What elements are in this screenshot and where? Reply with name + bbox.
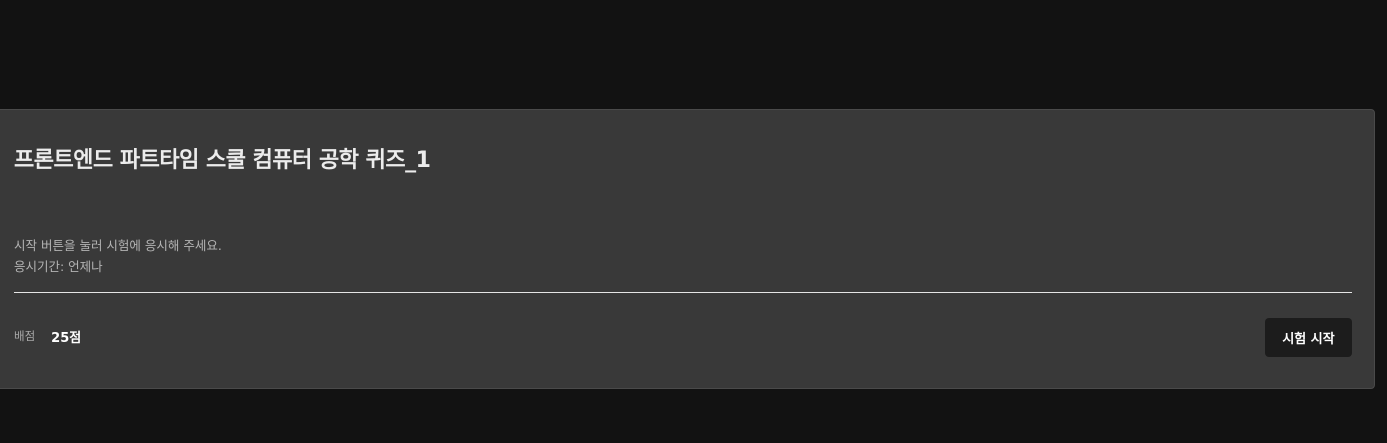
quiz-instruction: 시작 버튼을 눌러 시험에 응시해 주세요. [14,238,222,253]
quiz-period: 응시기간: 언제나 [14,259,103,274]
quiz-title: 프론트엔드 파트타임 스쿨 컴퓨터 공학 퀴즈_1 [14,148,431,173]
score-info: 배점 25점 [14,326,81,346]
divider [14,292,1352,293]
start-exam-button[interactable]: 시험 시작 [1265,318,1352,357]
score-value: 25점 [51,330,82,346]
score-label: 배점 [14,329,36,343]
quiz-card: 프론트엔드 파트타임 스쿨 컴퓨터 공학 퀴즈_1 시작 버튼을 눌러 시험에 … [0,109,1375,389]
quiz-description: 시작 버튼을 눌러 시험에 응시해 주세요. 응시기간: 언제나 [14,235,222,277]
